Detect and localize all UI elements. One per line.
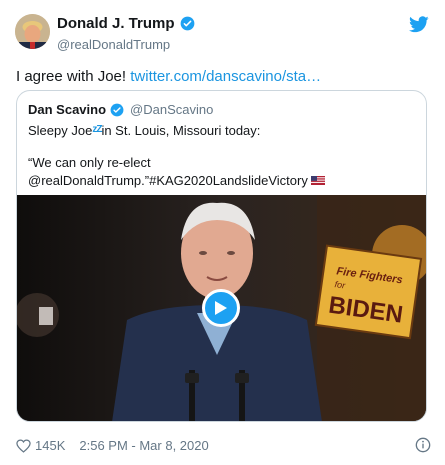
author-handle[interactable]: @realDonaldTrump — [57, 37, 170, 52]
flag-us-icon — [310, 176, 325, 185]
tweet-body: I agree with Joe! — [16, 68, 131, 85]
quoted-text-line-2: “We can only re-elect — [28, 155, 151, 170]
avatar[interactable] — [15, 14, 50, 49]
quoted-text-line-1: Sleepy JoezZin St. Louis, Missouri today… — [28, 123, 260, 138]
tweet-footer: 145K 2:56 PM - Mar 8, 2020 — [16, 438, 209, 453]
tweet-card: Donald J. Trump @realDonaldTrump I agree… — [0, 0, 445, 465]
tweet-text: I agree with Joe! twitter.com/danscavino… — [16, 68, 321, 85]
play-button[interactable] — [202, 289, 240, 327]
info-icon[interactable] — [415, 437, 431, 453]
heart-icon[interactable] — [16, 438, 31, 453]
quoted-text-end: in St. Louis, Missouri today: — [101, 123, 261, 138]
twitter-bird-icon[interactable] — [409, 16, 429, 33]
timestamp[interactable]: 2:56 PM - Mar 8, 2020 — [79, 438, 208, 453]
quoted-text-start: Sleepy Joe — [28, 123, 93, 138]
play-icon — [215, 301, 227, 315]
author-row: Donald J. Trump — [57, 15, 195, 32]
verified-badge-icon — [180, 16, 194, 31]
like-count[interactable]: 145K — [35, 438, 65, 453]
verified-badge-icon — [110, 103, 124, 116]
quoted-author-name: Dan Scavino — [28, 102, 107, 117]
quoted-text-line-3: @realDonaldTrump.”#KAG2020LandslideVicto… — [28, 173, 325, 188]
quoted-author-handle: @DanScavino — [130, 102, 214, 117]
quoted-text-hashtag: @realDonaldTrump.”#KAG2020LandslideVicto… — [28, 173, 308, 188]
tweet-link[interactable]: twitter.com/danscavino/sta… — [130, 68, 321, 85]
video-player[interactable]: Fire Fighters for BIDEN — [17, 195, 426, 421]
author-name[interactable]: Donald J. Trump — [57, 15, 175, 32]
quoted-author-row: Dan Scavino @DanScavino — [28, 102, 213, 117]
quoted-tweet[interactable]: Dan Scavino @DanScavino Sleepy JoezZin S… — [16, 90, 427, 422]
